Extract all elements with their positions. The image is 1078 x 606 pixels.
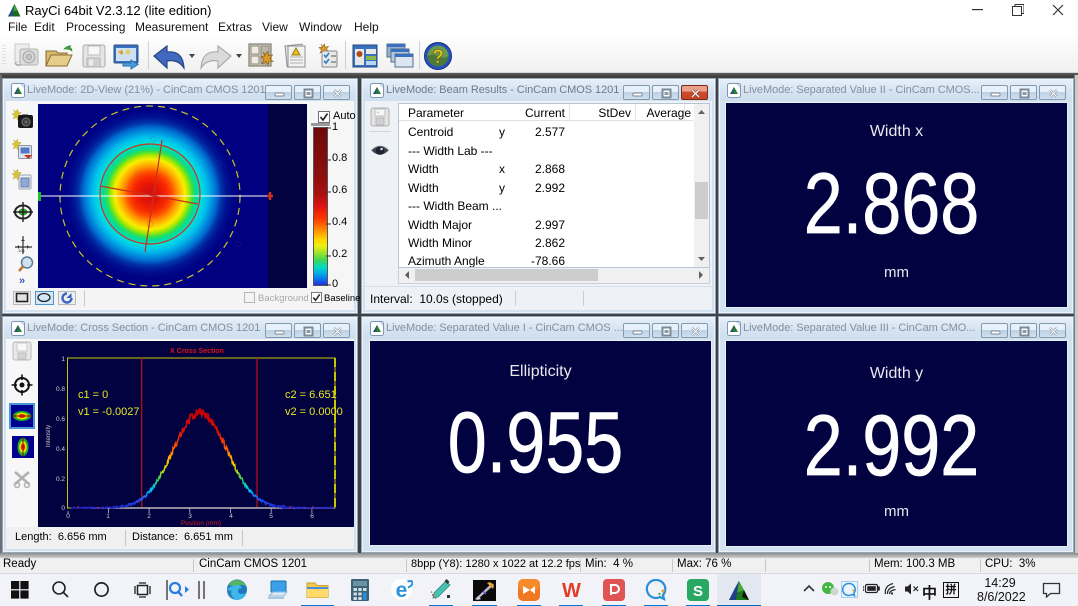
svg-text:c1 = 0: c1 = 0 bbox=[78, 389, 108, 401]
svg-text:?: ? bbox=[432, 47, 444, 68]
svg-text:1: 1 bbox=[106, 513, 110, 520]
svg-text:v2 = 0.0000: v2 = 0.0000 bbox=[285, 406, 343, 418]
svg-text:Intensity: Intensity bbox=[46, 425, 52, 447]
svg-text:0: 0 bbox=[61, 505, 65, 512]
svg-text:Position (mm): Position (mm) bbox=[181, 520, 221, 527]
svg-text:4: 4 bbox=[229, 513, 233, 520]
svg-text:c2 = 6.651: c2 = 6.651 bbox=[285, 389, 337, 401]
svg-text:0.4: 0.4 bbox=[56, 446, 65, 453]
svg-text:e: e bbox=[396, 579, 408, 601]
svg-text:0.6: 0.6 bbox=[56, 416, 65, 423]
svg-text:0.2: 0.2 bbox=[56, 476, 65, 483]
svg-text:0.8: 0.8 bbox=[56, 386, 65, 393]
svg-text:6: 6 bbox=[310, 513, 314, 520]
svg-text:S: S bbox=[693, 583, 703, 600]
svg-text:2: 2 bbox=[147, 513, 151, 520]
svg-text:5: 5 bbox=[269, 513, 273, 520]
svg-text:3: 3 bbox=[188, 513, 192, 520]
svg-text:0: 0 bbox=[66, 513, 70, 520]
svg-text:1: 1 bbox=[61, 356, 65, 363]
svg-text:W: W bbox=[562, 580, 581, 601]
svg-text:v1 = -0.0027: v1 = -0.0027 bbox=[78, 406, 139, 418]
svg-text:-101: -101 bbox=[17, 248, 26, 253]
svg-text:X Cross Section: X Cross Section bbox=[170, 348, 224, 355]
